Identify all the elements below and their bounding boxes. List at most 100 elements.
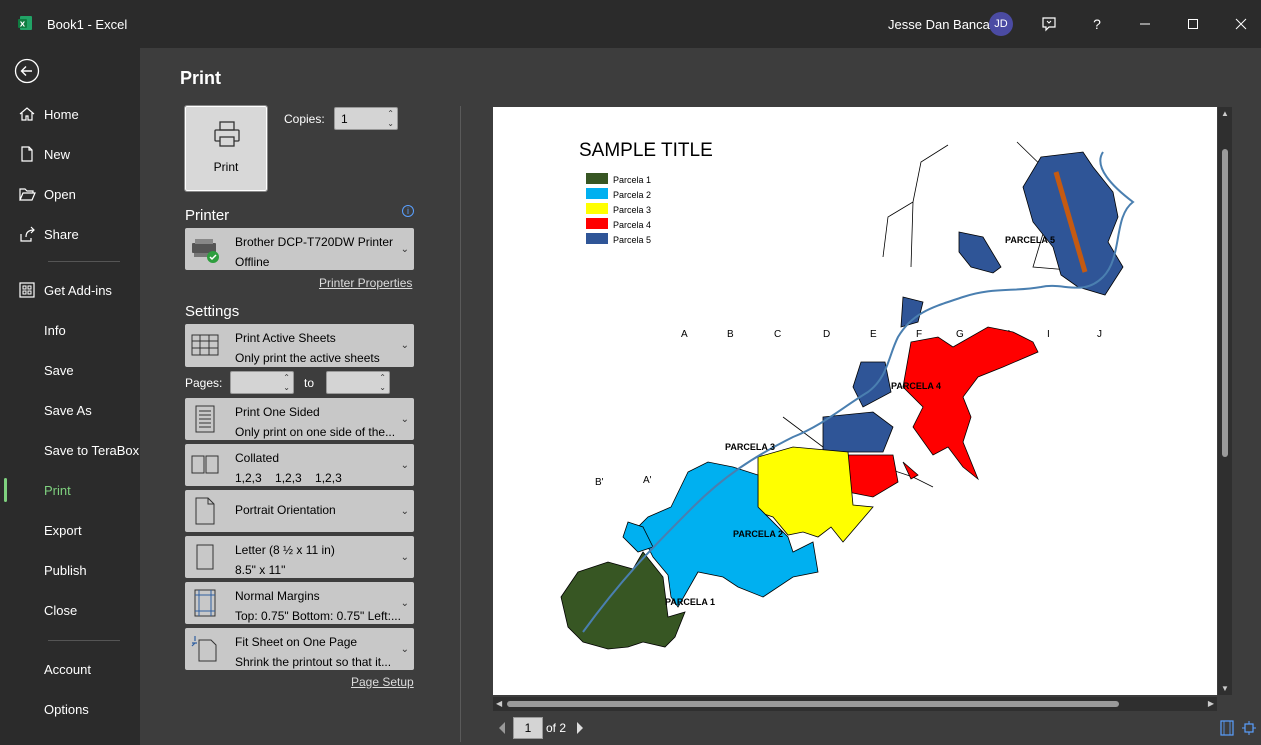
avatar[interactable]: JD xyxy=(989,12,1013,36)
parcel-label: PARCELA 3 xyxy=(725,442,775,452)
sidebar-item-label: Get Add-ins xyxy=(44,282,112,298)
parcel-label: PARCELA 1 xyxy=(665,597,715,607)
window-title: Book1 - Excel xyxy=(47,17,128,32)
margins-dropdown[interactable]: Normal Margins Top: 0.75" Bottom: 0.75" … xyxy=(185,582,414,624)
legend-swatch-parcela-4 xyxy=(586,218,608,229)
sidebar-divider xyxy=(48,640,120,641)
sidebar-item-print[interactable]: Print xyxy=(0,472,140,508)
setting-subtitle: Only print the active sheets xyxy=(235,351,380,365)
scroll-down-icon[interactable]: ▼ xyxy=(1221,684,1229,693)
chevron-down-icon: ⌄ xyxy=(400,551,409,563)
copies-stepper[interactable]: 1 ⌃ ⌄ xyxy=(334,107,398,130)
pages-to-input[interactable]: ⌃ ⌄ xyxy=(326,371,390,394)
legend-label: Parcela 1 xyxy=(613,175,651,185)
sidebar-item-label: Home xyxy=(44,106,79,122)
sidebar-item-label: Options xyxy=(44,701,89,717)
scrollbar-thumb[interactable] xyxy=(507,701,1119,707)
chevron-down-icon: ⌄ xyxy=(400,505,409,517)
feedback-icon[interactable] xyxy=(1037,12,1061,36)
print-button[interactable]: Print xyxy=(184,105,268,192)
page-count: of 2 xyxy=(546,721,567,735)
sidebar-item-label: Print xyxy=(44,482,71,498)
legend-swatch-parcela-5 xyxy=(586,233,608,244)
scroll-left-icon[interactable]: ◀ xyxy=(496,699,502,708)
back-arrow-icon[interactable] xyxy=(14,58,40,84)
previous-page-icon[interactable] xyxy=(497,721,507,735)
sidebar-item-label: Open xyxy=(44,186,76,202)
col-label: D xyxy=(823,329,830,340)
chevron-down-icon: ⌄ xyxy=(400,413,409,425)
new-document-icon xyxy=(21,146,33,162)
preview-vertical-scrollbar[interactable]: ▲ ▼ xyxy=(1218,107,1232,695)
printer-dropdown[interactable]: Brother DCP-T720DW Printer Offline ⌄ xyxy=(185,228,414,270)
map-drawing: SAMPLE TITLE Parcela 1 Parcela 2 Parcela… xyxy=(560,140,1135,650)
zoom-to-page-icon[interactable] xyxy=(1242,720,1256,736)
current-page-input[interactable]: 1 xyxy=(513,717,543,739)
help-button[interactable]: ? xyxy=(1085,12,1109,36)
minimize-button[interactable] xyxy=(1133,12,1157,36)
sidebar-item-open[interactable]: Open xyxy=(0,176,140,212)
setting-subtitle: 8.5" x 11" xyxy=(235,563,286,577)
orientation-dropdown[interactable]: Portrait Orientation ⌄ xyxy=(185,490,414,532)
paper-size-dropdown[interactable]: Letter (8 ½ x 11 in) 8.5" x 11" ⌄ xyxy=(185,536,414,578)
spin-arrows-icon[interactable]: ⌃ ⌄ xyxy=(379,373,386,393)
sidebar-item-info[interactable]: Info xyxy=(0,312,140,348)
portrait-icon xyxy=(195,497,215,525)
show-margins-icon[interactable] xyxy=(1220,720,1234,736)
next-page-icon[interactable] xyxy=(575,721,585,735)
sidebar-item-save[interactable]: Save xyxy=(0,352,140,388)
sidebar-item-home[interactable]: Home xyxy=(0,96,140,132)
sidebar-item-save-as[interactable]: Save As xyxy=(0,392,140,428)
legend-swatch-parcela-3 xyxy=(586,203,608,214)
legend-swatch-parcela-1 xyxy=(586,173,608,184)
pages-label: Pages: xyxy=(185,376,223,390)
scroll-up-icon[interactable]: ▲ xyxy=(1221,109,1229,118)
print-what-dropdown[interactable]: Print Active Sheets Only print the activ… xyxy=(185,324,414,367)
legend: Parcela 1 Parcela 2 Parcela 3 Parcela 4 … xyxy=(586,173,651,245)
row-label: A' xyxy=(643,475,652,486)
sidebar-item-publish[interactable]: Publish xyxy=(0,552,140,588)
sides-dropdown[interactable]: Print One Sided Only print on one side o… xyxy=(185,398,414,440)
spin-arrows-icon[interactable]: ⌃ ⌄ xyxy=(283,373,290,393)
user-name[interactable]: Jesse Dan Bancale xyxy=(888,17,1000,32)
sidebar-item-export[interactable]: Export xyxy=(0,512,140,548)
printer-status: Offline xyxy=(235,255,270,269)
close-button[interactable] xyxy=(1229,12,1253,36)
sidebar-item-account[interactable]: Account xyxy=(0,651,140,687)
scroll-right-icon[interactable]: ▶ xyxy=(1208,699,1214,708)
sidebar-item-get-add-ins[interactable]: Get Add-ins xyxy=(0,272,140,308)
excel-logo-icon: X xyxy=(18,16,32,30)
page-setup-link[interactable]: Page Setup xyxy=(351,675,414,689)
collation-dropdown[interactable]: Collated 1,2,3 1,2,3 1,2,3 ⌄ xyxy=(185,444,414,486)
scrollbar-thumb[interactable] xyxy=(1222,149,1228,457)
sidebar-item-label: Save to TeraBox xyxy=(44,442,140,458)
preview-horizontal-scrollbar[interactable]: ◀ ▶ xyxy=(493,697,1217,711)
one-sided-icon xyxy=(195,405,215,433)
sidebar-item-label: Save As xyxy=(44,402,92,418)
col-label: J xyxy=(1097,329,1102,340)
preview-title: SAMPLE TITLE xyxy=(579,140,713,161)
pages-from-input[interactable]: ⌃ ⌄ xyxy=(230,371,294,394)
setting-subtitle: Only print on one side of the... xyxy=(235,425,396,439)
sidebar-item-close[interactable]: Close xyxy=(0,592,140,628)
sidebar-item-label: Account xyxy=(44,661,91,677)
col-label: B xyxy=(727,329,734,340)
sidebar-item-new[interactable]: New xyxy=(0,136,140,172)
legend-label: Parcela 2 xyxy=(613,190,651,200)
chevron-down-icon: ⌄ xyxy=(400,340,409,351)
page-title: Print xyxy=(180,68,222,88)
sidebar-item-share[interactable]: Share xyxy=(0,216,140,252)
maximize-button[interactable] xyxy=(1181,12,1205,36)
panel-divider xyxy=(460,106,461,742)
spin-arrows-icon[interactable]: ⌃ ⌄ xyxy=(387,109,394,129)
copies-value: 1 xyxy=(341,112,348,126)
scaling-dropdown[interactable]: Fit Sheet on One Page Shrink the printou… xyxy=(185,628,414,670)
setting-title: Letter (8 ½ x 11 in) xyxy=(235,543,335,557)
sidebar-item-save-to-terabox[interactable]: Save to TeraBox xyxy=(0,432,140,468)
printer-properties-link[interactable]: Printer Properties xyxy=(319,276,412,290)
title-bar: X Book1 - Excel Jesse Dan Bancale JD ? xyxy=(0,0,1261,48)
sidebar-item-label: Save xyxy=(44,362,74,378)
sidebar-item-options[interactable]: Options xyxy=(0,691,140,727)
info-icon[interactable]: i xyxy=(402,205,414,217)
backstage-sidebar: Home New Open Share Get Add-ins Info Sav… xyxy=(0,48,140,745)
